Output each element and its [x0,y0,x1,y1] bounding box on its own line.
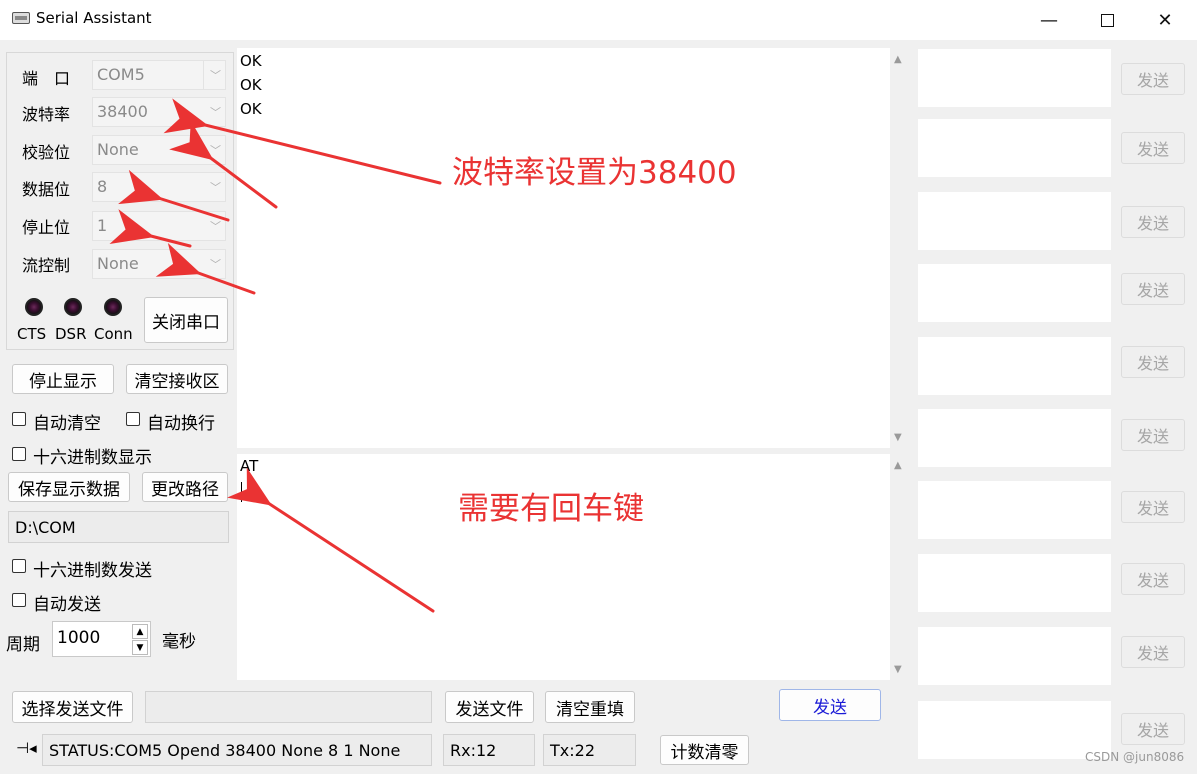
baud-annotation: 波特率设置为38400 [452,155,737,191]
annotation-arrows [109,98,442,613]
arrow-icon [109,209,192,248]
arrow-icon [155,242,256,295]
arrow-icon [227,467,435,613]
arrow-icon [169,120,278,209]
enter-annotation: 需要有回车键 [458,491,644,527]
arrow-icon [117,169,230,222]
